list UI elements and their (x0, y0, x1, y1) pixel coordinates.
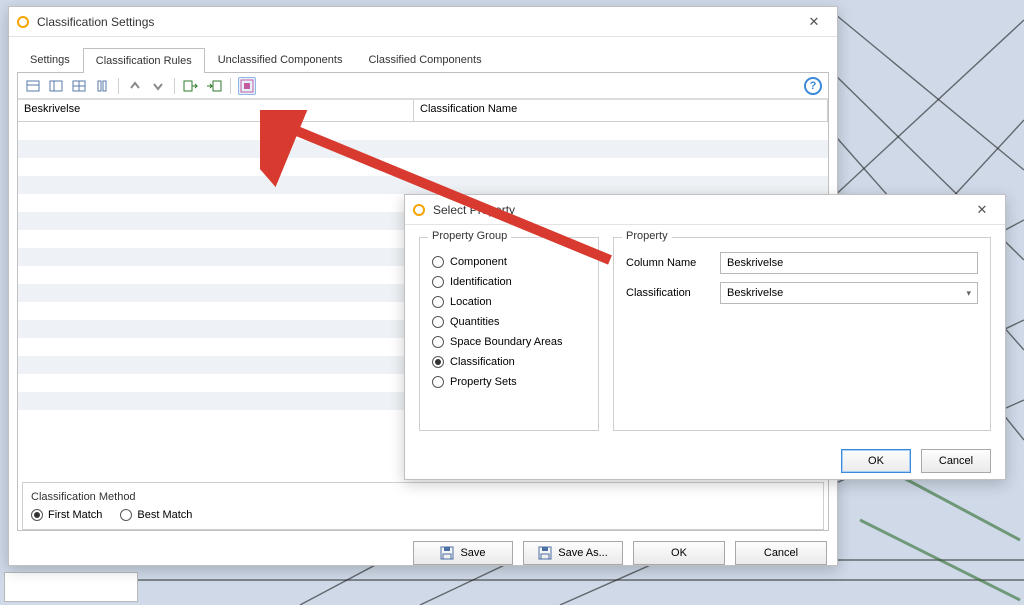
toolbar-icon-4[interactable] (93, 77, 111, 95)
toolbar: ? (18, 73, 828, 99)
background-panel-fragment (4, 572, 138, 602)
radio-space-boundary-areas[interactable]: Space Boundary Areas (432, 332, 586, 352)
classification-method-group: Classification Method First Match Best M… (22, 482, 824, 530)
property-groupbox: Property Column Name Classification Besk… (613, 237, 991, 431)
move-up-icon[interactable] (126, 77, 144, 95)
radio-component[interactable]: Component (432, 252, 586, 272)
classification-label: Classification (626, 287, 720, 299)
cancel-button[interactable]: Cancel (735, 541, 827, 565)
column-name-label: Column Name (626, 257, 720, 269)
property-group-groupbox: Property Group Component Identification … (419, 237, 599, 431)
ok-button[interactable]: OK (633, 541, 725, 565)
radio-classification[interactable]: Classification (432, 352, 586, 372)
radio-quantities[interactable]: Quantities (432, 312, 586, 332)
titlebar[interactable]: Select Property ✕ (405, 195, 1005, 225)
radio-icon (432, 336, 444, 348)
import-icon[interactable] (205, 77, 223, 95)
table-row[interactable] (18, 140, 828, 158)
close-icon[interactable]: ✕ (799, 14, 829, 30)
tab-settings[interactable]: Settings (17, 47, 83, 72)
radio-icon (432, 356, 444, 368)
save-icon (538, 546, 552, 560)
column-header-beskrivelse[interactable]: Beskrivelse (18, 100, 414, 122)
toolbar-icon-3[interactable] (70, 77, 88, 95)
radio-best-match-label: Best Match (137, 509, 192, 521)
radio-icon (432, 316, 444, 328)
radio-identification[interactable]: Identification (432, 272, 586, 292)
close-icon[interactable]: ✕ (967, 202, 997, 218)
tabstrip: Settings Classification Rules Unclassifi… (17, 47, 829, 72)
save-icon (440, 546, 454, 560)
radio-first-match-label: First Match (48, 509, 102, 521)
radio-property-sets[interactable]: Property Sets (432, 372, 586, 392)
radio-icon (432, 256, 444, 268)
titlebar[interactable]: Classification Settings ✕ (9, 7, 837, 37)
help-icon[interactable]: ? (804, 77, 822, 95)
groupbox-label: Property Group (428, 230, 511, 242)
cancel-button[interactable]: Cancel (921, 449, 991, 473)
table-row[interactable] (18, 176, 828, 194)
radio-first-match[interactable]: First Match (31, 509, 102, 521)
tab-classification-rules[interactable]: Classification Rules (83, 48, 205, 73)
move-down-icon[interactable] (149, 77, 167, 95)
save-button[interactable]: Save (413, 541, 513, 565)
radio-icon (31, 509, 43, 521)
app-icon (413, 204, 425, 216)
popup-button-bar: OK Cancel (405, 443, 1005, 481)
table-row[interactable] (18, 158, 828, 176)
save-label: Save (460, 547, 485, 559)
select-property-dialog: Select Property ✕ Property Group Compone… (404, 194, 1006, 480)
save-as-label: Save As... (558, 547, 608, 559)
tab-classified-components[interactable]: Classified Components (355, 47, 494, 72)
window-title: Select Property (433, 203, 515, 217)
column-header-classification-name[interactable]: Classification Name (414, 100, 828, 122)
radio-icon (432, 376, 444, 388)
ok-button[interactable]: OK (841, 449, 911, 473)
radio-location[interactable]: Location (432, 292, 586, 312)
tab-unclassified-components[interactable]: Unclassified Components (205, 47, 356, 72)
radio-icon (432, 296, 444, 308)
app-icon (17, 16, 29, 28)
radio-best-match[interactable]: Best Match (120, 509, 192, 521)
column-name-input[interactable] (720, 252, 978, 274)
toolbar-icon-1[interactable] (24, 77, 42, 95)
chevron-down-icon: ▾ (966, 288, 971, 299)
groupbox-label: Property (622, 230, 672, 242)
radio-icon (432, 276, 444, 288)
window-title: Classification Settings (37, 15, 154, 29)
toolbar-toggle-icon[interactable] (238, 77, 256, 95)
radio-icon (120, 509, 132, 521)
main-button-bar: Save Save As... OK Cancel (9, 531, 837, 565)
save-as-button[interactable]: Save As... (523, 541, 623, 565)
classification-select[interactable]: Beskrivelse ▾ (720, 282, 978, 304)
export-icon[interactable] (182, 77, 200, 95)
classification-select-value: Beskrivelse (727, 287, 783, 299)
toolbar-icon-2[interactable] (47, 77, 65, 95)
classification-method-label: Classification Method (31, 491, 815, 503)
table-row[interactable] (18, 122, 828, 140)
